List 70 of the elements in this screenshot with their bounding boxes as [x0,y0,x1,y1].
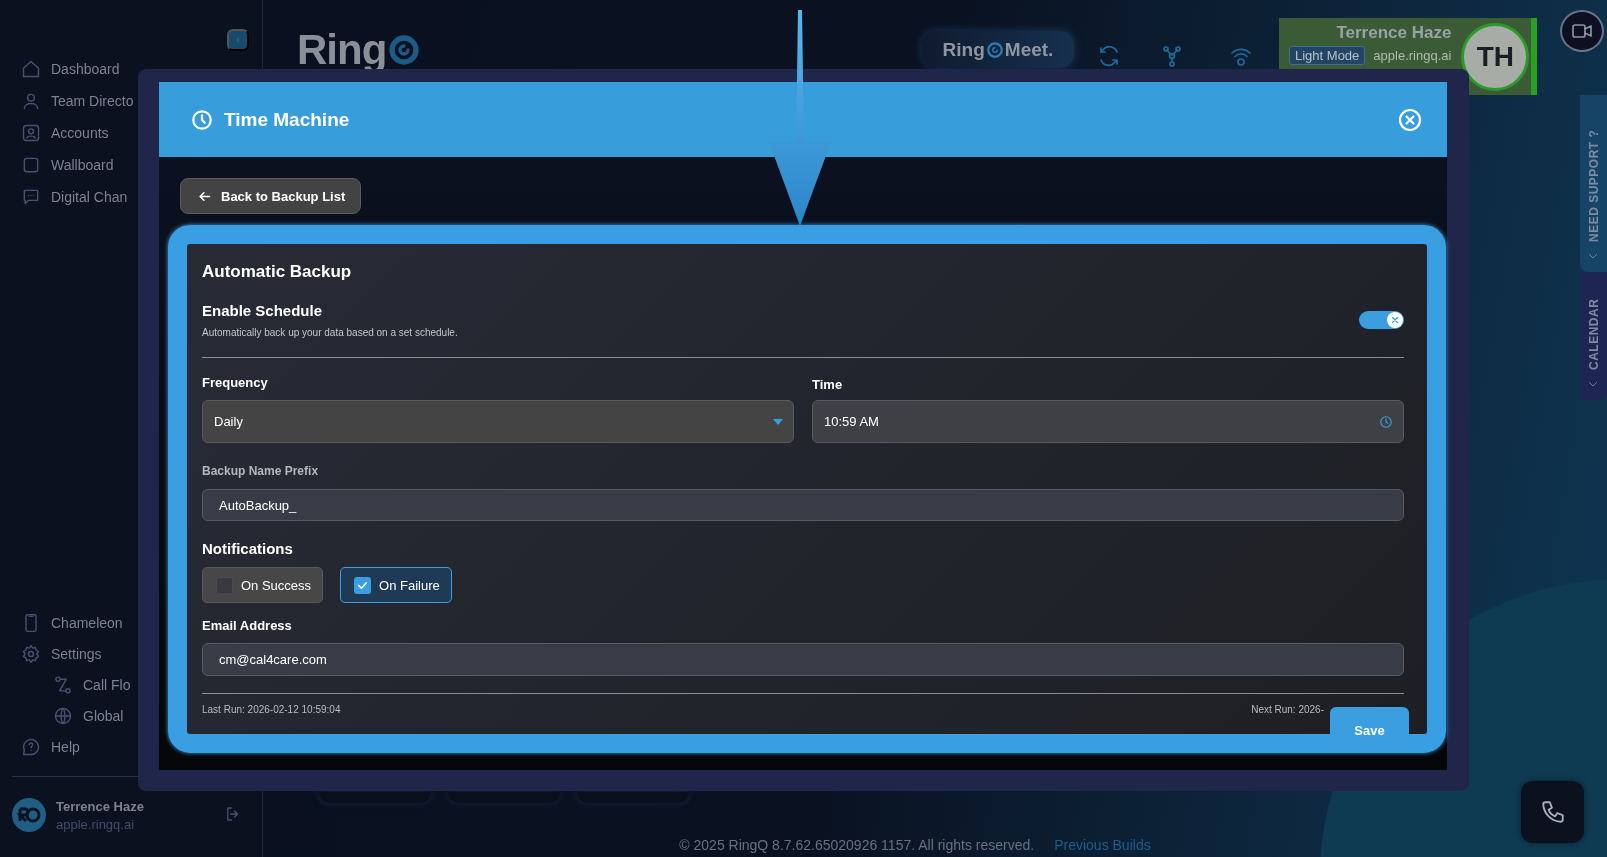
profile-domain: apple.ringq.ai [1373,48,1452,63]
schedule-toggle[interactable] [1359,311,1404,329]
toolbar-button[interactable] [1160,44,1184,68]
modal-title: Time Machine [224,108,351,131]
chat-bubble-icon [21,187,41,207]
house-icon [21,59,41,79]
clock-icon [191,108,213,131]
q-circle-icon [985,40,1004,59]
frequency-select[interactable]: Daily [202,400,794,443]
last-run-text: Last Run: 2026-02-12 10:59:04 [202,704,341,715]
nav-item[interactable]: Call Flo [0,669,131,700]
person-icon [21,91,41,111]
nav-item[interactable]: Team Directo [0,85,134,117]
schedule-label: Enable Schedule [202,302,324,319]
light-mode-button[interactable]: Light Mode [1289,46,1366,65]
close-button[interactable] [1398,107,1422,132]
copyright-text: © 2025 RingQ 8.7.62.65020926 1157. All rights reserved. [679,836,1035,853]
contact-card-icon [21,123,41,143]
meet-button[interactable]: Ring Meet. [922,31,1074,68]
logo-avatar-icon [12,798,46,832]
next-run-text: Next Run: 2026- [1251,704,1324,715]
nodes-icon [1160,44,1184,68]
x-mark-icon [1390,315,1400,325]
caret-icon [773,418,783,425]
select-value: Daily [214,414,244,429]
user-domain: apple.ringq.ai [56,816,136,832]
nav-item[interactable]: Chameleon [0,607,123,638]
time-field[interactable]: 10:59 AM [812,400,1404,443]
phone-icon [1539,799,1566,825]
settings-icon [21,643,41,664]
collapse-button[interactable] [227,29,249,51]
nav-item[interactable]: Dashboard [0,53,120,85]
nav-item[interactable]: Global [0,700,124,731]
logo-text: Ring [297,26,387,74]
q-circle-icon [388,34,421,66]
notification-option[interactable]: On Success [202,567,324,603]
checkbox[interactable] [216,576,233,594]
refresh-icon [1097,44,1121,68]
field-label: Backup Name Prefix [202,464,320,480]
field-label: Time [812,377,844,393]
back-button[interactable]: Back to Backup List [180,178,362,214]
close-icon [1398,107,1422,132]
nav-item[interactable]: Wallboard [0,149,114,181]
call-button[interactable] [1521,781,1584,843]
side-tab[interactable]: NEED SUPPORT ? [1580,95,1607,272]
square-icon [21,155,41,175]
field-label: Email Address [202,618,293,634]
clock-icon [1379,414,1393,429]
notifications-heading: Notifications [202,540,294,557]
checkbox[interactable] [354,576,372,594]
avatar: TH [1461,22,1530,91]
card-title: Automatic Backup [202,262,353,282]
field-label: Frequency [202,375,269,391]
time-value: 10:59 AM [824,414,880,429]
toolbar-button[interactable] [1097,44,1121,68]
profile-name: Terrence Haze [1336,23,1452,43]
notification-option[interactable]: On Failure [340,567,452,603]
nav-item[interactable]: Digital Chan [0,181,128,213]
video-call-button[interactable] [1560,10,1604,52]
schedule-description: Automatically back up your data based on a set schedule. [202,327,459,338]
nav-item[interactable]: Help [0,731,80,762]
help-bubble-icon [21,736,41,757]
globe-icon [53,705,73,726]
prefix-input[interactable]: AutoBackup_ [202,489,1404,521]
user-name: Terrence Haze [56,798,145,814]
flow-icon [53,674,73,695]
email-input[interactable]: cm@cal4care.com [202,643,1404,676]
side-tab[interactable]: CALENDAR [1580,272,1607,400]
nav-item[interactable]: Accounts [0,117,109,149]
nav-item[interactable]: Settings [0,638,102,669]
